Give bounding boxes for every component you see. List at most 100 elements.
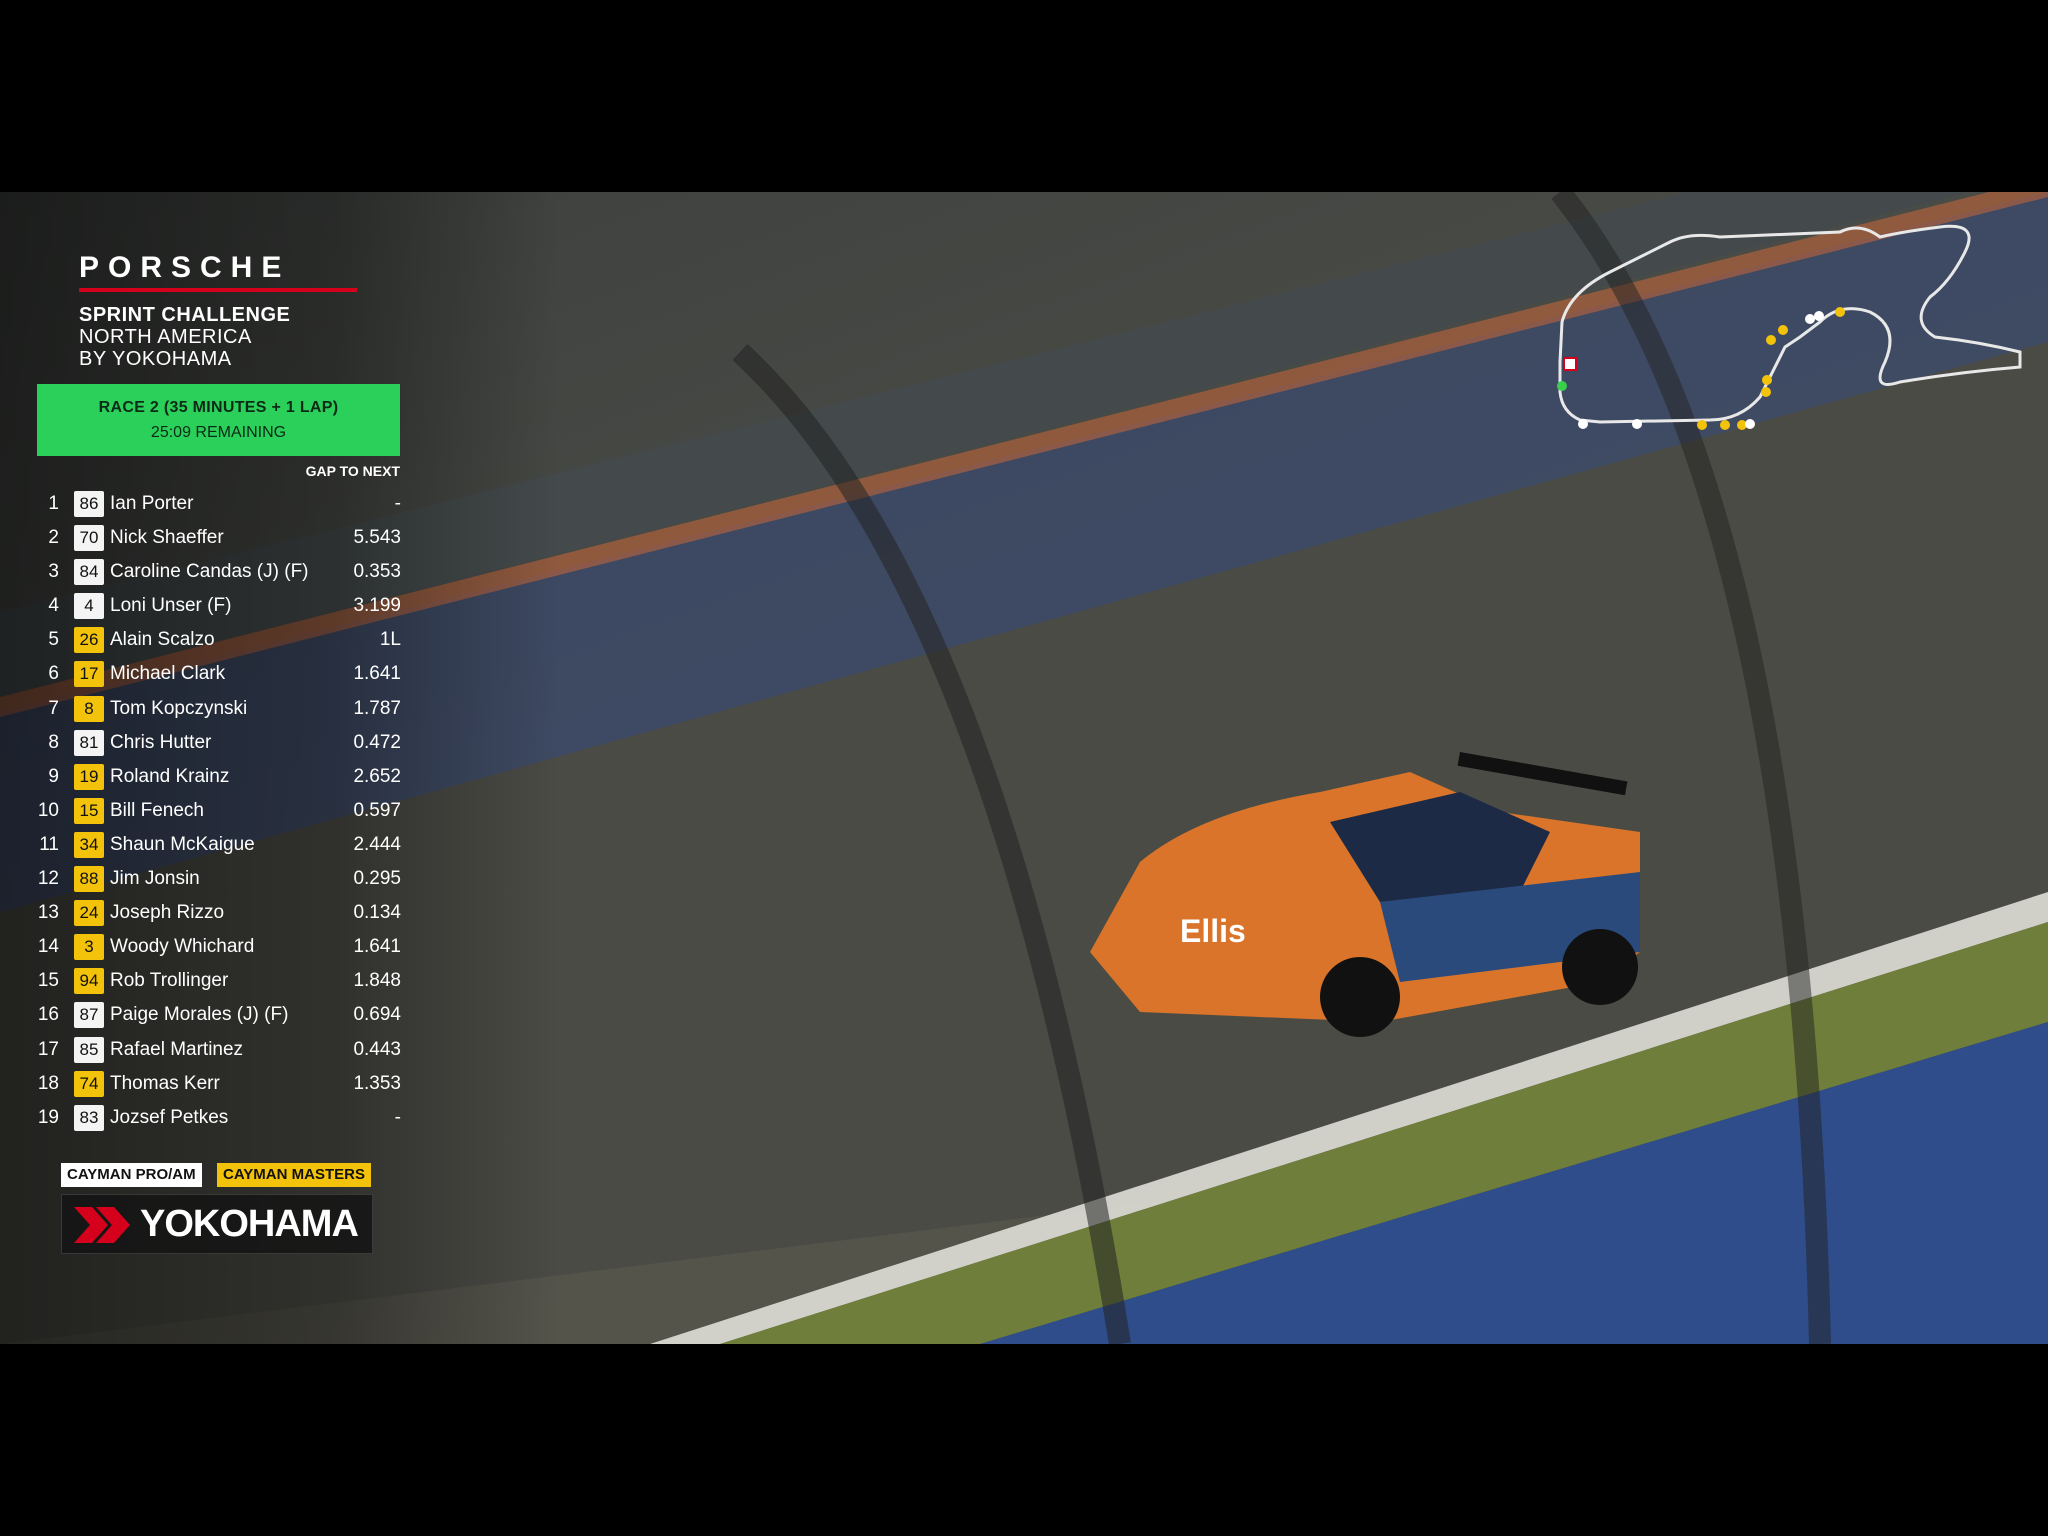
gap-to-next: 0.597 (353, 799, 401, 821)
driver-name: Bill Fenech (110, 799, 204, 821)
position: 12 (37, 868, 59, 890)
standings-row: 14 3 Woody Whichard 1.641 (37, 930, 401, 964)
gap-to-next: 0.353 (353, 561, 401, 583)
standings-row: 4 4 Loni Unser (F) 3.199 (37, 589, 401, 623)
driver-name: Jim Jonsin (110, 868, 200, 890)
standings-row: 8 81 Chris Hutter 0.472 (37, 726, 401, 760)
yokohama-logo-icon (74, 1207, 130, 1243)
driver-name: Nick Shaeffer (110, 527, 224, 549)
standings-row: 17 85 Rafael Martinez 0.443 (37, 1033, 401, 1067)
gap-to-next: 0.472 (353, 731, 401, 753)
car-number-badge: 81 (74, 729, 104, 756)
position: 16 (37, 1004, 59, 1026)
position: 19 (37, 1106, 59, 1128)
gap-to-next: 1.353 (353, 1072, 401, 1094)
gap-to-next: 0.295 (353, 868, 401, 890)
driver-name: Roland Krainz (110, 765, 230, 787)
gap-to-next: 2.652 (353, 765, 401, 787)
race-title: RACE 2 (35 MINUTES + 1 LAP) (98, 399, 339, 416)
car-number-badge: 87 (74, 1002, 104, 1029)
porsche-logo-underline (79, 288, 357, 292)
sponsor-name: YOKOHAMA (140, 1203, 359, 1245)
standings-row: 18 74 Thomas Kerr 1.353 (37, 1067, 401, 1101)
car-number-badge: 86 (74, 491, 104, 517)
gap-column-header: GAP TO NEXT (305, 463, 400, 479)
car-number-badge: 84 (74, 559, 104, 586)
position: 15 (37, 970, 59, 992)
car-number-badge: 88 (74, 866, 104, 893)
race-status-banner: RACE 2 (35 MINUTES + 1 LAP) 25:09 REMAIN… (37, 384, 400, 456)
gap-to-next: - (394, 1106, 401, 1128)
standings-row: 6 17 Michael Clark 1.641 (37, 657, 401, 691)
car-number-badge: 85 (74, 1036, 104, 1063)
position: 11 (39, 833, 59, 855)
track-map-icon (1557, 224, 2022, 430)
position: 4 (48, 595, 59, 617)
car-number-badge: 15 (74, 797, 104, 824)
position: 9 (48, 765, 59, 787)
car-number-badge: 94 (74, 968, 104, 995)
standings-row: 3 84 Caroline Candas (J) (F) 0.353 (37, 555, 401, 589)
position: 8 (48, 731, 59, 753)
driver-name: Alain Scalzo (110, 629, 215, 651)
position: 2 (48, 527, 59, 549)
gap-to-next: 1.641 (353, 936, 401, 958)
porsche-logo: PORSCHE (79, 251, 291, 284)
standings-row: 11 34 Shaun McKaigue 2.444 (37, 828, 401, 862)
gap-to-next: 0.443 (353, 1038, 401, 1060)
standings-row: 5 26 Alain Scalzo 1L (37, 623, 401, 657)
standings-row: 10 15 Bill Fenech 0.597 (37, 794, 401, 828)
track-car-markers (1557, 307, 1845, 430)
car-number-badge: 74 (74, 1070, 104, 1097)
position: 14 (37, 936, 59, 958)
standings-row: 19 83 Jozsef Petkes - (37, 1101, 401, 1135)
series-title-line2: NORTH AMERICA (79, 326, 252, 348)
standings-row: 7 8 Tom Kopczynski 1.787 (37, 692, 401, 726)
car-number-badge: 8 (74, 695, 104, 722)
class-tag-masters: CAYMAN MASTERS (217, 1163, 371, 1187)
gap-to-next: - (394, 493, 401, 514)
position: 10 (37, 799, 59, 821)
gap-to-next: 3.199 (353, 595, 401, 617)
driver-name: Rob Trollinger (110, 970, 229, 992)
driver-name: Tom Kopczynski (110, 697, 248, 719)
driver-name: Joseph Rizzo (110, 902, 225, 924)
gap-to-next: 1.848 (353, 970, 401, 992)
gap-to-next: 1.641 (353, 663, 401, 685)
gap-to-next: 2.444 (353, 833, 401, 855)
driver-name: Jozsef Petkes (110, 1106, 229, 1128)
driver-name: Caroline Candas (J) (F) (110, 561, 309, 583)
standings-row: 13 24 Joseph Rizzo 0.134 (37, 896, 401, 930)
driver-name: Shaun McKaigue (110, 833, 255, 855)
standings-row: 2 70 Nick Shaeffer 5.543 (37, 521, 401, 555)
gap-to-next: 1L (379, 629, 401, 651)
standings-row: 9 19 Roland Krainz 2.652 (37, 760, 401, 794)
position: 5 (48, 629, 59, 651)
standings-row: 12 88 Jim Jonsin 0.295 (37, 862, 401, 896)
position: 6 (48, 663, 59, 685)
race-time-remaining: 25:09 REMAINING (150, 424, 287, 441)
gap-to-next: 0.694 (353, 1004, 401, 1026)
gap-to-next: 1.787 (353, 697, 401, 719)
standings-row: 15 94 Rob Trollinger 1.848 (37, 964, 401, 998)
standings-row: 1 86 Ian Porter - (37, 487, 401, 521)
car-number-badge: 4 (74, 593, 104, 620)
car-number-badge: 17 (74, 661, 104, 688)
driver-name: Woody Whichard (110, 936, 255, 958)
position: 13 (37, 902, 59, 924)
standings-table: 1 86 Ian Porter -2 70 Nick Shaeffer 5.543 3 84 Ca… (37, 487, 401, 1135)
series-branding: PORSCHE SPRINT CHALLENGE NORTH AMERICA B… (79, 252, 357, 370)
driver-name: Paige Morales (J) (F) (110, 1004, 289, 1026)
car-number-badge: 3 (74, 934, 104, 961)
driver-name: Ian Porter (110, 493, 194, 514)
position: 7 (48, 697, 59, 719)
position: 3 (48, 561, 59, 583)
car-number-badge: 19 (74, 763, 104, 790)
driver-name: Michael Clark (110, 663, 226, 685)
car-number-badge: 24 (74, 900, 104, 927)
series-title-line3: BY YOKOHAMA (79, 348, 232, 370)
driver-name: Rafael Martinez (110, 1038, 244, 1060)
position: 1 (48, 493, 59, 514)
class-tag-pro-am: CAYMAN PRO/AM (61, 1163, 202, 1187)
driver-name: Chris Hutter (110, 731, 212, 753)
